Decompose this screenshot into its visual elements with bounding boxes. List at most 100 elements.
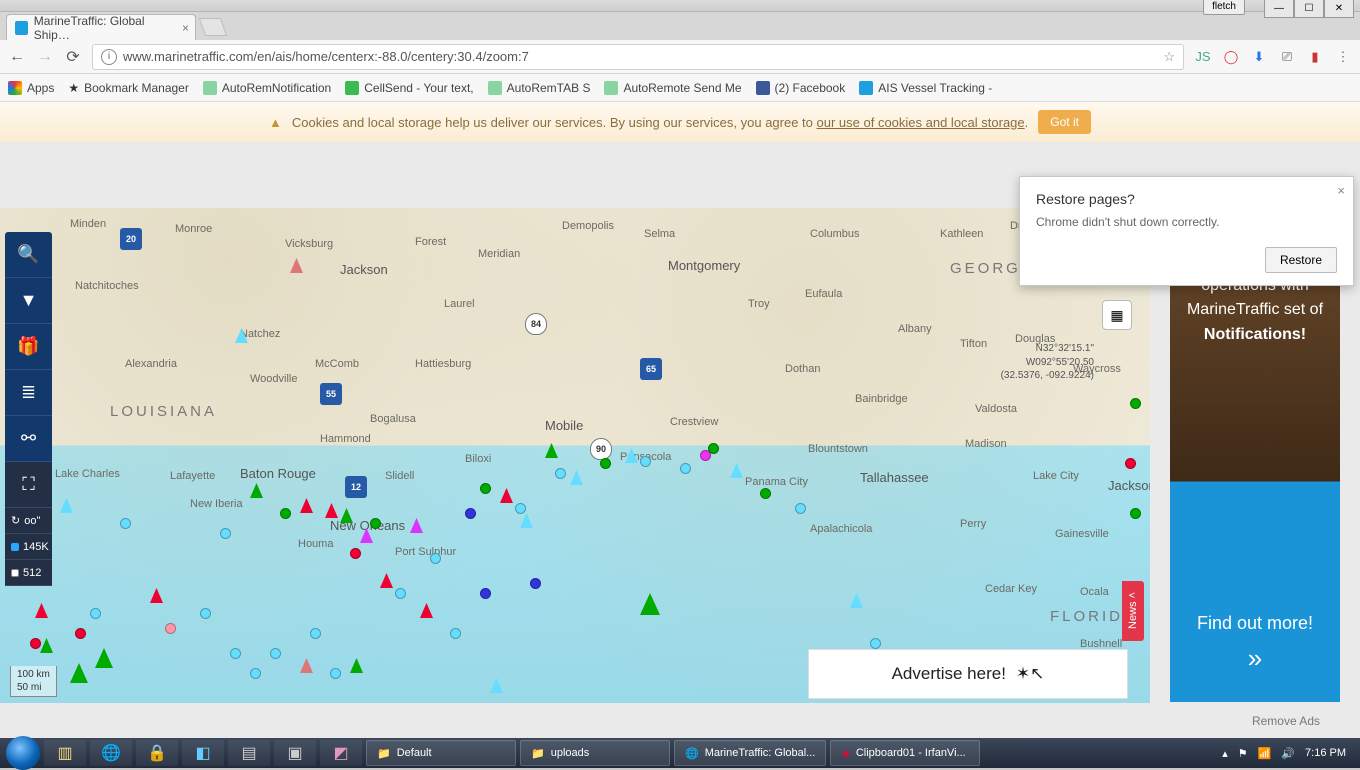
page-content: ▲ Cookies and local storage help us deli… xyxy=(0,102,1360,738)
task-irfan[interactable]: ◈Clipboard01 - IrfanVi... xyxy=(830,740,980,766)
task-default[interactable]: 📁Default xyxy=(366,740,516,766)
filter-button[interactable]: ▼ xyxy=(5,278,52,324)
url-text: www.marinetraffic.com/en/ais/home/center… xyxy=(123,49,529,64)
search-button[interactable]: 🔍 xyxy=(5,232,52,278)
city: Baton Rouge xyxy=(240,466,316,481)
tray-vol-icon[interactable]: 🔊 xyxy=(1281,747,1295,760)
tray-up-icon[interactable]: ▴ xyxy=(1222,747,1228,760)
forward-button[interactable]: → xyxy=(36,48,54,66)
pin-app2[interactable]: ◩ xyxy=(320,740,362,766)
gift-button[interactable]: 🎁 xyxy=(5,324,52,370)
pin-lock[interactable]: 🔒 xyxy=(136,740,178,766)
layers-icon: ≣ xyxy=(21,382,36,403)
task-uploads[interactable]: 📁uploads xyxy=(520,740,670,766)
pin-cmd[interactable]: ▣ xyxy=(274,740,316,766)
city: Blountstown xyxy=(808,443,868,455)
restore-close-icon[interactable]: × xyxy=(1337,183,1345,198)
arrow-icon: » xyxy=(1170,638,1340,678)
refresh-indicator[interactable]: ↻oo" xyxy=(5,508,52,534)
bookmark-autoremsend[interactable]: AutoRemote Send Me xyxy=(604,81,741,95)
layers-button[interactable]: ▦ xyxy=(1102,300,1132,330)
ext-download-icon[interactable]: ⬇ xyxy=(1250,48,1268,66)
clock[interactable]: 7:16 PM xyxy=(1305,747,1346,759)
new-tab-button[interactable] xyxy=(199,18,228,36)
remove-ads-link[interactable]: Remove Ads xyxy=(1252,714,1320,728)
city: Lafayette xyxy=(170,470,215,482)
cookie-text: Cookies and local storage help us delive… xyxy=(292,115,1028,130)
bookmark-star-icon[interactable]: ☆ xyxy=(1163,49,1175,65)
tray-net-icon[interactable]: 📶 xyxy=(1258,747,1272,760)
bookmark-autorem1[interactable]: AutoRemNotification xyxy=(203,81,331,95)
ext-cast-icon[interactable]: ⎚ xyxy=(1278,48,1296,66)
fleet-button[interactable]: ⚯ xyxy=(5,416,52,462)
reload-button[interactable]: ⟳ xyxy=(64,48,82,66)
shield-i55a: 55 xyxy=(320,383,342,405)
close-window-button[interactable]: ✕ xyxy=(1324,0,1354,18)
search-icon: 🔍 xyxy=(17,244,39,265)
ext-js-icon[interactable]: JS xyxy=(1194,48,1212,66)
toolbar: ← → ⟳ i www.marinetraffic.com/en/ais/hom… xyxy=(0,40,1360,74)
pin-explorer[interactable]: ▥ xyxy=(44,740,86,766)
maximize-button[interactable]: ☐ xyxy=(1294,0,1324,18)
pin-chrome[interactable]: 🌐 xyxy=(90,740,132,766)
layers-menu-button[interactable]: ≣ xyxy=(5,370,52,416)
city: Kathleen xyxy=(940,228,983,240)
fullscreen-button[interactable]: ⛶ xyxy=(5,462,52,508)
tray-flag-icon[interactable]: ⚑ xyxy=(1238,747,1248,760)
start-button[interactable] xyxy=(6,736,40,770)
city: Mobile xyxy=(545,418,583,433)
chrome-menu-icon[interactable]: ⋮ xyxy=(1334,48,1352,66)
city: Tifton xyxy=(960,338,987,350)
filter-icon: ▼ xyxy=(20,290,38,311)
city: Columbus xyxy=(810,228,860,240)
map-canvas[interactable]: LOUISIANA GEORGIA FLORIDA 20 55 12 65 84… xyxy=(0,208,1150,703)
pin-calc[interactable]: ▤ xyxy=(228,740,270,766)
ext-adblock-icon[interactable]: ◯ xyxy=(1222,48,1240,66)
site-info-icon[interactable]: i xyxy=(101,49,117,65)
city: Forest xyxy=(415,236,446,248)
window-user[interactable]: fletch xyxy=(1203,0,1245,15)
system-tray[interactable]: ▴ ⚑ 📶 🔊 7:16 PM xyxy=(1222,747,1354,760)
city: Selma xyxy=(644,228,675,240)
city: Monroe xyxy=(175,223,212,235)
ad-cta[interactable]: Find out more! » xyxy=(1170,610,1340,678)
tab-strip: MarineTraffic: Global Ship… × xyxy=(0,12,1360,40)
label-louisiana: LOUISIANA xyxy=(110,403,217,420)
restore-body: Chrome didn't shut down correctly. xyxy=(1036,215,1337,229)
bookmark-bar: Apps ★Bookmark Manager AutoRemNotificati… xyxy=(0,74,1360,102)
address-bar[interactable]: i www.marinetraffic.com/en/ais/home/cent… xyxy=(92,44,1184,70)
city: Laurel xyxy=(444,298,475,310)
city: Panama City xyxy=(745,476,808,488)
city: Lake City xyxy=(1033,470,1079,482)
bookmark-manager[interactable]: ★Bookmark Manager xyxy=(68,81,188,95)
city: Troy xyxy=(748,298,770,310)
city: New Iberia xyxy=(190,498,243,510)
browser-tab[interactable]: MarineTraffic: Global Ship… × xyxy=(6,14,196,40)
restore-button[interactable]: Restore xyxy=(1265,247,1337,273)
city: Gainesville xyxy=(1055,528,1109,540)
task-chrome[interactable]: 🌐MarineTraffic: Global... xyxy=(674,740,826,766)
city: Bogalusa xyxy=(370,413,416,425)
cookie-accept-button[interactable]: Got it xyxy=(1038,110,1091,134)
cookie-link[interactable]: our use of cookies and local storage xyxy=(817,115,1025,130)
coordinates-readout: N32°32'15.1" W092°55'20.50 (32.5376, -09… xyxy=(1001,342,1094,383)
close-tab-icon[interactable]: × xyxy=(182,21,189,35)
back-button[interactable]: ← xyxy=(8,48,26,66)
bookmark-cellsend[interactable]: CellSend - Your text, xyxy=(345,81,473,95)
minimize-button[interactable]: — xyxy=(1264,0,1294,18)
city: Tallahassee xyxy=(860,470,929,485)
advertise-banner[interactable]: Advertise here!✶↖ xyxy=(808,649,1128,699)
shield-i65: 65 xyxy=(640,358,662,380)
pin-app1[interactable]: ◧ xyxy=(182,740,224,766)
ext-lastpass-icon[interactable]: ▮ xyxy=(1306,48,1324,66)
shield-i20: 20 xyxy=(120,228,142,250)
news-flag[interactable]: News ˄ xyxy=(1122,581,1144,641)
city: Bainbridge xyxy=(855,393,908,405)
apps-button[interactable]: Apps xyxy=(8,81,54,95)
vessel-count: 145K xyxy=(5,534,52,560)
bookmark-ais[interactable]: AIS Vessel Tracking - xyxy=(859,81,992,95)
city: Meridian xyxy=(478,248,520,260)
bookmark-autoremtab[interactable]: AutoRemTAB S xyxy=(488,81,591,95)
city: Alexandria xyxy=(125,358,177,370)
bookmark-facebook[interactable]: (2) Facebook xyxy=(756,81,846,95)
